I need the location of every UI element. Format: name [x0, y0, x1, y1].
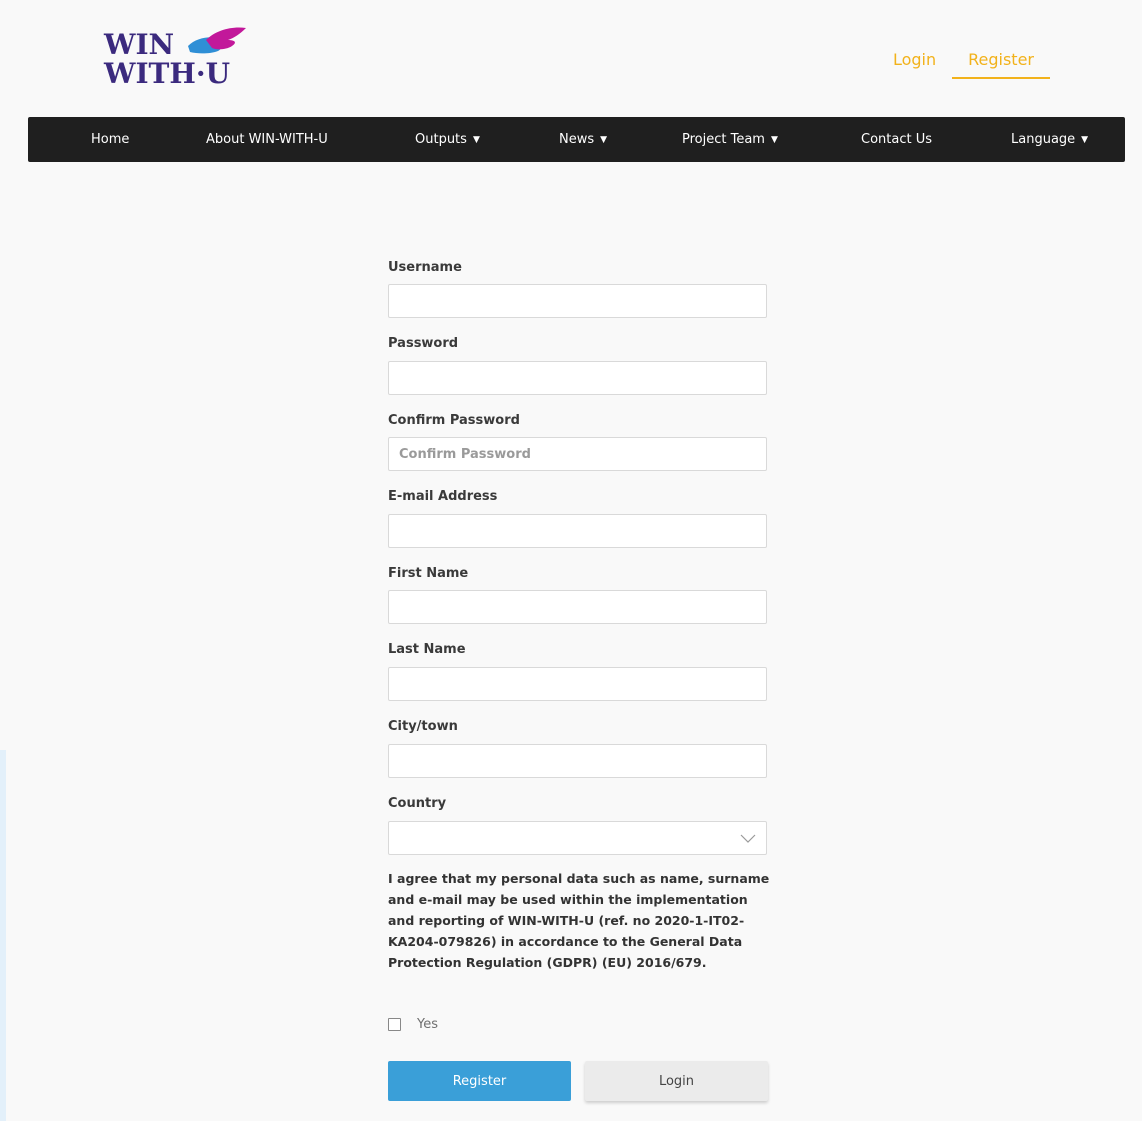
nav-item-language[interactable]: Language ▼ [1011, 117, 1088, 162]
password-input[interactable] [388, 361, 767, 395]
city-input[interactable] [388, 744, 767, 778]
nav-item-outputs[interactable]: Outputs ▼ [415, 117, 480, 162]
nav-item-label: About WIN-WITH-U [206, 132, 328, 147]
email-label: E-mail Address [388, 489, 498, 504]
caret-down-icon: ▼ [600, 135, 608, 145]
nav-item-label: Language [1011, 132, 1076, 147]
last-name-input[interactable] [388, 667, 767, 701]
gdpr-consent-text: I agree that my personal data such as na… [388, 871, 770, 970]
site-logo[interactable]: WIN WITH·U [100, 24, 250, 94]
first-name-label: First Name [388, 566, 469, 581]
confirm-password-input[interactable] [388, 437, 767, 471]
nav-item-project-team[interactable]: Project Team ▼ [682, 117, 778, 162]
nav-item-about[interactable]: About WIN-WITH-U [206, 117, 328, 162]
email-input[interactable] [388, 514, 767, 548]
main-navigation: Home About WIN-WITH-U Outputs ▼ News ▼ Pro… [28, 117, 1125, 162]
username-label: Username [388, 260, 462, 275]
last-name-label: Last Name [388, 642, 466, 657]
nav-item-label: Outputs [415, 132, 467, 147]
consent-checkbox[interactable] [388, 1018, 401, 1031]
nav-item-contact[interactable]: Contact Us [861, 117, 932, 162]
chevron-down-icon [740, 834, 756, 843]
site-header: WIN WITH·U Login Register [0, 0, 1142, 110]
caret-down-icon: ▼ [472, 135, 480, 145]
consent-checkbox-label: Yes [417, 1017, 438, 1032]
caret-down-icon: ▼ [1081, 135, 1089, 145]
username-input[interactable] [388, 284, 767, 318]
nav-item-home[interactable]: Home [91, 117, 129, 162]
country-select[interactable] [388, 821, 767, 855]
top-register-link[interactable]: Register [952, 50, 1050, 79]
caret-down-icon: ▼ [770, 135, 778, 145]
consent-checkbox-row: Yes [388, 1017, 438, 1032]
register-button[interactable]: Register [388, 1061, 571, 1101]
password-label: Password [388, 336, 459, 351]
confirm-password-label: Confirm Password [388, 413, 520, 428]
nav-item-label: News [559, 132, 595, 147]
nav-item-label: Project Team [682, 132, 765, 147]
nav-item-label: Contact Us [861, 132, 932, 147]
country-label: Country [388, 796, 447, 811]
hands-icon [188, 27, 246, 54]
account-links: Login Register [877, 50, 1050, 79]
top-login-link[interactable]: Login [877, 50, 952, 79]
city-label: City/town [388, 719, 458, 734]
login-button[interactable]: Login [585, 1061, 768, 1101]
page-edge-strip [0, 750, 6, 1121]
nav-item-label: Home [91, 132, 130, 147]
nav-item-news[interactable]: News ▼ [559, 117, 607, 162]
first-name-input[interactable] [388, 590, 767, 624]
logo-line-2: WITH·U [104, 57, 230, 90]
